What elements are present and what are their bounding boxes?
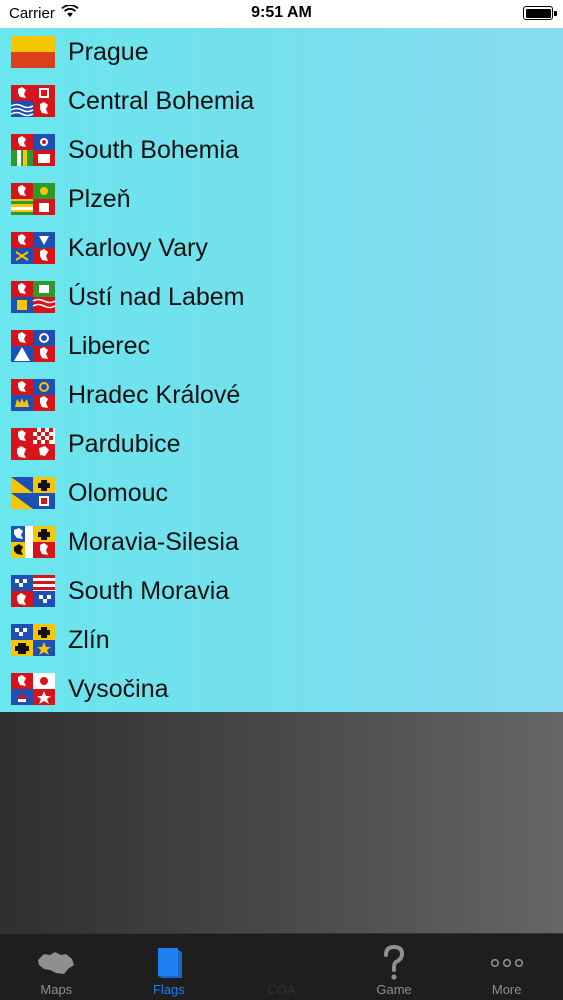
list-item-moravia-silesia[interactable]: Moravia-Silesia bbox=[0, 518, 563, 566]
tab-bar: Maps Flags COA Game More bbox=[0, 933, 563, 1000]
tab-label: Maps bbox=[40, 982, 73, 997]
region-name: Moravia-Silesia bbox=[68, 528, 239, 556]
list-item-prague[interactable]: Prague bbox=[0, 28, 563, 76]
status-bar: Carrier 9:51 AM bbox=[0, 0, 563, 28]
list-item-karlovy-vary[interactable]: Karlovy Vary bbox=[0, 224, 563, 272]
liberec-flag-icon bbox=[11, 330, 55, 362]
region-name: Ústí nad Labem bbox=[68, 283, 245, 311]
list-item-olomouc[interactable]: Olomouc bbox=[0, 469, 563, 517]
list-item-usti-nad-labem[interactable]: Ústí nad Labem bbox=[0, 273, 563, 321]
region-name: Plzeň bbox=[68, 185, 131, 213]
south-moravia-flag-icon bbox=[11, 575, 55, 607]
tab-more[interactable]: More bbox=[450, 934, 563, 1000]
south-bohemia-flag-icon bbox=[11, 134, 55, 166]
list-item-hradec-kralove[interactable]: Hradec Králové bbox=[0, 371, 563, 419]
region-name: South Bohemia bbox=[68, 136, 239, 164]
tab-game[interactable]: Game bbox=[338, 934, 451, 1000]
zlin-flag-icon bbox=[11, 624, 55, 656]
tab-flags[interactable]: Flags bbox=[113, 934, 226, 1000]
czech-map-icon bbox=[36, 944, 76, 982]
moravia-silesia-flag-icon bbox=[11, 526, 55, 558]
list-item-plzen[interactable]: Plzeň bbox=[0, 175, 563, 223]
list-item-zlin[interactable]: Zlín bbox=[0, 616, 563, 664]
pardubice-flag-icon bbox=[11, 428, 55, 460]
region-name: Pardubice bbox=[68, 430, 181, 458]
region-name: Karlovy Vary bbox=[68, 234, 208, 262]
central-bohemia-flag-icon bbox=[11, 85, 55, 117]
list-item-south-bohemia[interactable]: South Bohemia bbox=[0, 126, 563, 174]
region-name: Hradec Králové bbox=[68, 381, 241, 409]
prague-flag-icon bbox=[11, 36, 55, 68]
region-name: Central Bohemia bbox=[68, 87, 255, 115]
tab-maps[interactable]: Maps bbox=[0, 934, 113, 1000]
more-dots-icon bbox=[489, 944, 525, 982]
tab-coa[interactable]: COA bbox=[225, 934, 338, 1000]
region-name: Liberec bbox=[68, 332, 150, 360]
flag-icon bbox=[154, 944, 184, 982]
status-time: 9:51 AM bbox=[251, 4, 312, 21]
tab-label: More bbox=[491, 982, 522, 997]
region-name: Zlín bbox=[68, 626, 110, 654]
tab-label: Flags bbox=[152, 982, 185, 997]
list-item-liberec[interactable]: Liberec bbox=[0, 322, 563, 370]
region-name: Olomouc bbox=[68, 479, 169, 507]
region-name: South Moravia bbox=[68, 577, 230, 605]
list-item-central-bohemia[interactable]: Central Bohemia bbox=[0, 77, 563, 125]
usti-nad-labem-flag-icon bbox=[11, 281, 55, 313]
region-name: Prague bbox=[68, 38, 149, 66]
plzen-flag-icon bbox=[11, 183, 55, 215]
empty-content-area bbox=[0, 712, 563, 933]
list-item-south-moravia[interactable]: South Moravia bbox=[0, 567, 563, 615]
region-list[interactable]: Prague Central Bohemia South Bohemia Plz… bbox=[0, 28, 563, 712]
tab-label: COA bbox=[267, 982, 296, 997]
tab-label: Game bbox=[376, 982, 412, 997]
battery-icon bbox=[523, 6, 557, 20]
list-item-vysocina[interactable]: Vysočina bbox=[0, 665, 563, 713]
karlovy-vary-flag-icon bbox=[11, 232, 55, 264]
region-name: Vysočina bbox=[68, 675, 169, 703]
question-mark-icon bbox=[382, 944, 406, 982]
hradec-kralove-flag-icon bbox=[11, 379, 55, 411]
olomouc-flag-icon bbox=[11, 477, 55, 509]
list-item-pardubice[interactable]: Pardubice bbox=[0, 420, 563, 468]
vysocina-flag-icon bbox=[11, 673, 55, 705]
